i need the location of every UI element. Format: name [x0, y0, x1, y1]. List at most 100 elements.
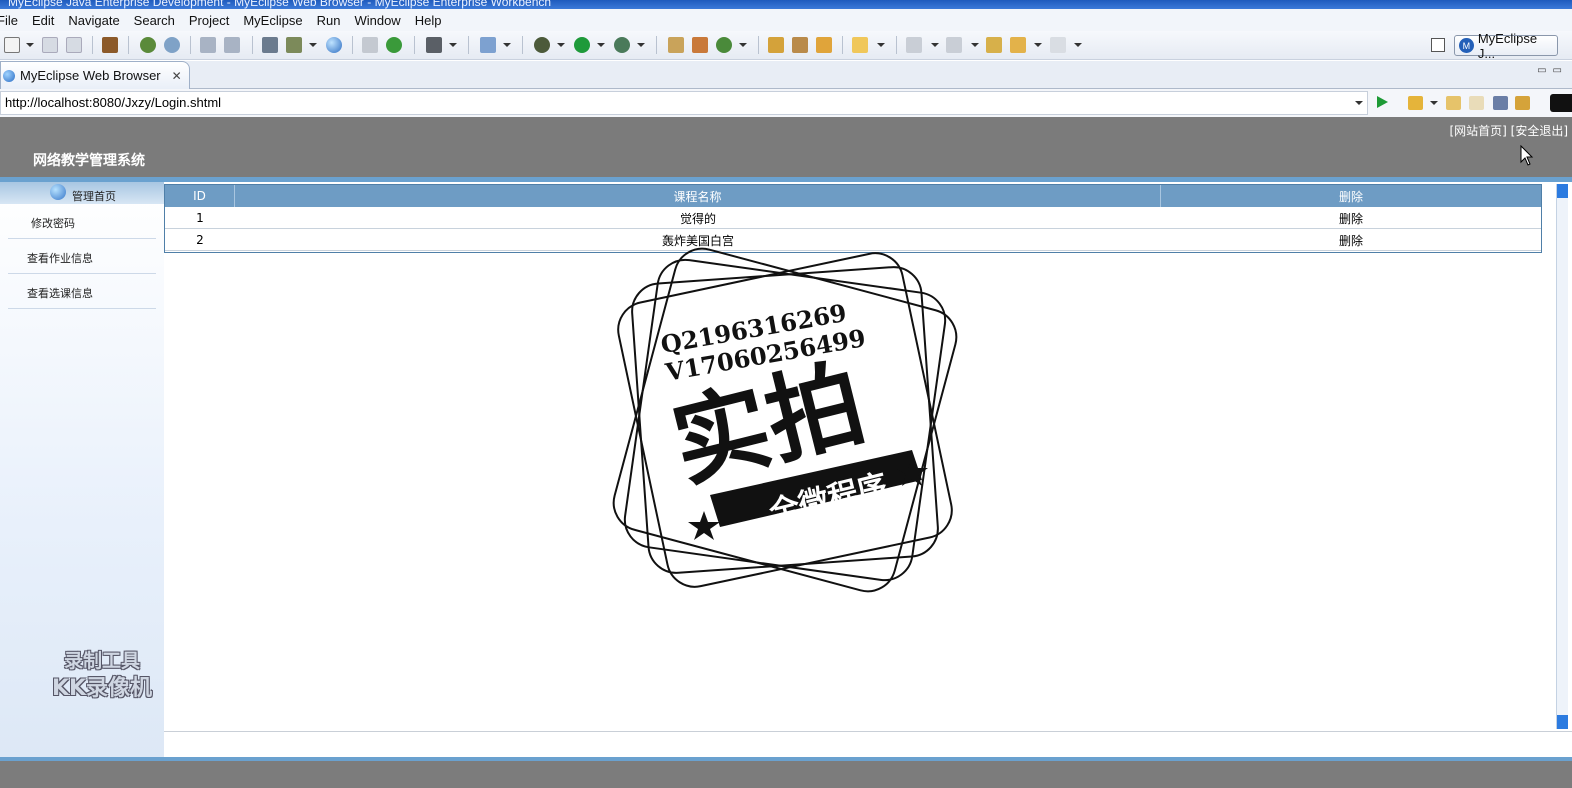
content-divider [164, 731, 1572, 732]
refresh-icon[interactable] [716, 37, 732, 53]
window-title-bar: MyEclipse Java Enterprise Development - … [0, 0, 1572, 9]
browser-back-icon[interactable] [1446, 96, 1461, 110]
row-id: 2 [196, 233, 204, 247]
forward-dropdown-icon[interactable] [1074, 43, 1082, 47]
new-icon[interactable] [4, 37, 20, 53]
sidebar-item-view-courses[interactable]: 查看选课信息 [8, 275, 156, 309]
run-dropdown-icon[interactable] [597, 43, 605, 47]
status-bar [0, 757, 1572, 788]
external-tools-icon[interactable] [614, 37, 630, 53]
menu-edit[interactable]: Edit [25, 13, 61, 28]
external-tools-dropdown-icon[interactable] [637, 43, 645, 47]
run-server-icon[interactable] [286, 37, 302, 53]
folder-dropdown-icon[interactable] [877, 43, 885, 47]
toolbar-separator [414, 36, 415, 54]
open-type-icon[interactable] [668, 37, 684, 53]
header-links[interactable]: [网站首页] [安全退出] [1449, 122, 1568, 139]
new-dropdown-icon[interactable] [26, 43, 34, 47]
sidebar-item-change-password[interactable]: 修改密码 [8, 205, 156, 239]
menu-window[interactable]: Window [347, 13, 407, 28]
print-icon[interactable] [66, 37, 82, 53]
new-class-icon[interactable] [480, 37, 496, 53]
debug-dropdown-icon[interactable] [557, 43, 565, 47]
menu-run[interactable]: Run [310, 13, 348, 28]
scroll-down-icon[interactable] [1557, 715, 1568, 729]
column-delete: 删除 [1338, 189, 1363, 204]
row-id: 1 [196, 211, 204, 225]
perspective-button[interactable]: M MyEclipse J... [1454, 31, 1558, 61]
previous-annotation-dropdown-icon[interactable] [971, 43, 979, 47]
favorites-icon[interactable] [1408, 96, 1423, 110]
next-annotation-dropdown-icon[interactable] [931, 43, 939, 47]
close-icon[interactable]: ✕ [172, 69, 182, 83]
go-icon[interactable] [1377, 96, 1388, 108]
run-icon[interactable] [574, 37, 590, 53]
url-input[interactable]: http://localhost:8080/Jxzy/Login.shtml [0, 91, 1368, 115]
stop-icon[interactable] [1493, 96, 1508, 110]
open-task-icon[interactable] [692, 37, 708, 53]
folder-icon[interactable] [852, 37, 868, 53]
minimize-maximize-icon[interactable]: ▭▭ [1537, 65, 1568, 76]
web-browser-icon[interactable] [326, 37, 342, 53]
run-server-dropdown-icon[interactable] [309, 43, 317, 47]
last-edit-icon[interactable] [986, 37, 1002, 53]
scroll-up-icon[interactable] [1557, 184, 1568, 198]
toolbar-separator [842, 36, 843, 54]
toolbar-separator [468, 36, 469, 54]
menu-help[interactable]: Help [408, 13, 449, 28]
delete-link[interactable]: 删除 [1161, 207, 1541, 229]
table-header: ID 课程名称 删除 [165, 185, 1541, 207]
open-folder-icon[interactable] [362, 37, 378, 53]
column-course-name: 课程名称 [235, 185, 1161, 207]
pin-icon[interactable] [792, 37, 808, 53]
deploy-icon[interactable] [200, 37, 216, 53]
open-folder-icon[interactable] [768, 37, 784, 53]
window-title: MyEclipse Java Enterprise Development - … [8, 0, 552, 9]
recorder-line-1: 录制工具 [63, 650, 140, 672]
back-icon[interactable] [1010, 37, 1026, 53]
debug-server-icon[interactable] [140, 37, 156, 53]
page-scrollbar[interactable] [1556, 184, 1568, 729]
menu-search[interactable]: Search [127, 13, 182, 28]
forward-icon[interactable] [1050, 37, 1066, 53]
menu-file[interactable]: File [0, 13, 25, 28]
tab-web-browser[interactable]: MyEclipse Web Browser ✕ [0, 61, 190, 89]
back-dropdown-icon[interactable] [1034, 43, 1042, 47]
recorder-watermark: 录制工具 KK录像机 [32, 648, 172, 712]
menu-project[interactable]: Project [182, 13, 236, 28]
server-icon[interactable] [164, 37, 180, 53]
toolbar-separator [128, 36, 129, 54]
add-icon[interactable] [386, 37, 402, 53]
toolbar-separator [352, 36, 353, 54]
browser-menu-icon[interactable] [1550, 94, 1572, 112]
menu-myeclipse[interactable]: MyEclipse [236, 13, 309, 28]
project-deploy-icon[interactable] [262, 37, 278, 53]
url-history-dropdown-icon[interactable] [1355, 101, 1363, 105]
save-icon[interactable] [42, 37, 58, 53]
refresh-dropdown-icon[interactable] [739, 43, 747, 47]
recorder-line-2: KK录像机 [51, 676, 153, 701]
home-globe-icon [50, 184, 66, 200]
mouse-cursor-icon [1520, 145, 1534, 166]
toolbar-separator [522, 36, 523, 54]
menu-navigate[interactable]: Navigate [61, 13, 126, 28]
browser-forward-icon[interactable] [1469, 96, 1484, 110]
debug-icon[interactable] [534, 37, 550, 53]
sidebar-home[interactable]: 管理首页 [0, 182, 164, 204]
new-class-dropdown-icon[interactable] [503, 43, 511, 47]
browser-refresh-icon[interactable] [1515, 96, 1530, 110]
table-row: 1 觉得的 删除 [165, 207, 1541, 229]
favorites-dropdown-icon[interactable] [1430, 101, 1438, 105]
open-archive-icon[interactable] [816, 37, 832, 53]
next-annotation-icon[interactable] [906, 37, 922, 53]
package-icon[interactable] [102, 37, 118, 53]
camera-icon[interactable] [426, 37, 442, 53]
delete-link[interactable]: 删除 [1161, 229, 1541, 251]
previous-annotation-icon[interactable] [946, 37, 962, 53]
open-perspective-icon[interactable] [1431, 38, 1445, 52]
myeclipse-logo-icon: M [1459, 38, 1474, 53]
camera-dropdown-icon[interactable] [449, 43, 457, 47]
undeploy-icon[interactable] [224, 37, 240, 53]
toolbar-separator [92, 36, 93, 54]
sidebar-item-view-homework[interactable]: 查看作业信息 [8, 240, 156, 274]
